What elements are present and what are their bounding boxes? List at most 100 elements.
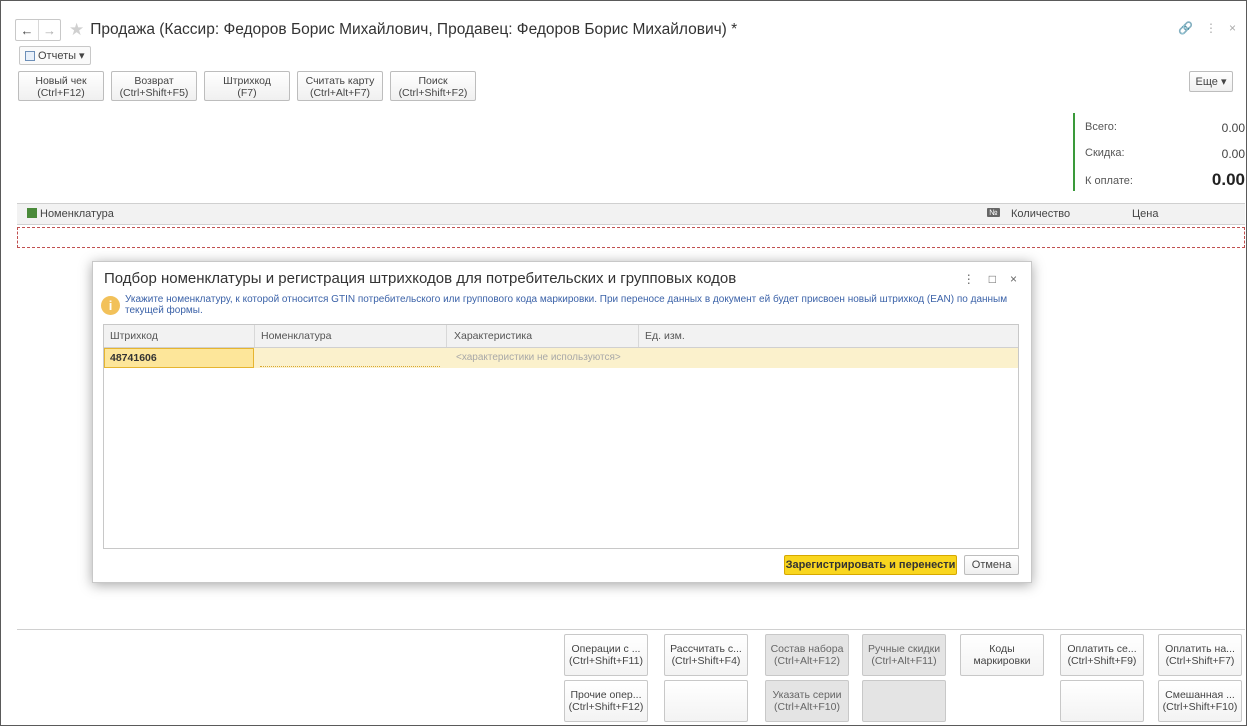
nomenclature-icon bbox=[27, 208, 37, 218]
manual-discounts-button[interactable]: Ручные скидки (Ctrl+Alt+F11) bbox=[862, 634, 946, 676]
marking-codes-button[interactable]: Коды маркировки bbox=[960, 634, 1044, 676]
dialog-controls: ⋮ □ × bbox=[963, 272, 1017, 286]
new-receipt-button[interactable]: Новый чек (Ctrl+F12) bbox=[18, 71, 104, 101]
other-operations-button[interactable]: Прочие опер... (Ctrl+Shift+F12) bbox=[564, 680, 648, 722]
back-button[interactable]: ← bbox=[16, 20, 38, 40]
barcode-table: Штрихкод Номенклатура Характеристика Ед.… bbox=[103, 324, 1019, 549]
empty-button[interactable] bbox=[1060, 680, 1144, 722]
column-divider bbox=[638, 325, 639, 347]
column-divider bbox=[254, 325, 255, 347]
totals-panel: Всего: 0.00 Скидка: 0.00 К оплате: 0.00 bbox=[1073, 113, 1247, 191]
button-label: Состав набора bbox=[770, 643, 844, 655]
more-button[interactable]: Еще ▾ bbox=[1189, 71, 1233, 92]
total-label: Всего: bbox=[1085, 121, 1117, 133]
goods-table-header: Номенклатура № Количество Цена bbox=[17, 203, 1245, 225]
button-label: Смешанная ... bbox=[1165, 689, 1235, 701]
close-icon[interactable]: × bbox=[1010, 272, 1017, 286]
button-shortcut: (Ctrl+Alt+F11) bbox=[871, 655, 937, 667]
empty-button[interactable] bbox=[664, 680, 748, 722]
window-controls: 🔗 ⋮ × bbox=[1178, 21, 1236, 35]
button-shortcut: маркировки bbox=[973, 655, 1031, 667]
empty-button[interactable] bbox=[862, 680, 946, 722]
link-icon[interactable]: 🔗 bbox=[1178, 21, 1193, 35]
nav-buttons: ← → bbox=[15, 19, 61, 41]
column-quantity[interactable]: Количество bbox=[1011, 208, 1070, 220]
goods-table-row[interactable] bbox=[17, 227, 1245, 248]
to-pay-label: К оплате: bbox=[1085, 175, 1133, 187]
table-header: Штрихкод Номенклатура Характеристика Ед.… bbox=[104, 325, 1018, 348]
calculate-button[interactable]: Рассчитать с... (Ctrl+Shift+F4) bbox=[664, 634, 748, 676]
search-button[interactable]: Поиск (Ctrl+Shift+F2) bbox=[390, 71, 476, 101]
button-label: Новый чек bbox=[35, 75, 87, 87]
command-bar: Новый чек (Ctrl+F12) Возврат (Ctrl+Shift… bbox=[18, 71, 476, 101]
window-title: Продажа (Кассир: Федоров Борис Михайлови… bbox=[90, 21, 738, 38]
forward-button[interactable]: → bbox=[38, 20, 60, 40]
favorite-star-icon[interactable]: ★ bbox=[69, 20, 84, 40]
read-card-button[interactable]: Считать карту (Ctrl+Alt+F7) bbox=[297, 71, 383, 101]
column-nomenclature[interactable]: Номенклатура bbox=[27, 208, 114, 220]
button-label: Возврат bbox=[134, 75, 174, 87]
characteristic-cell[interactable]: <характеристики не используются> bbox=[456, 352, 621, 363]
column-characteristic[interactable]: Характеристика bbox=[454, 330, 532, 342]
column-nomenclature-label: Номенклатура bbox=[40, 208, 114, 220]
more-label: Еще bbox=[1195, 75, 1218, 88]
more-menu-icon[interactable]: ⋮ bbox=[963, 272, 975, 286]
maximize-icon[interactable]: □ bbox=[989, 272, 996, 286]
table-row[interactable]: 48741606 <характеристики не используются… bbox=[104, 348, 1018, 368]
barcode-cell[interactable]: 48741606 bbox=[104, 348, 254, 368]
to-pay-row: К оплате: 0.00 bbox=[1085, 170, 1245, 190]
column-price[interactable]: Цена bbox=[1132, 208, 1158, 220]
total-row: Всего: 0.00 bbox=[1085, 121, 1245, 135]
more-menu-icon[interactable]: ⋮ bbox=[1205, 21, 1217, 35]
discount-label: Скидка: bbox=[1085, 147, 1125, 159]
button-shortcut: (Ctrl+Alt+F12) bbox=[774, 655, 840, 667]
button-shortcut: (Ctrl+Alt+F10) bbox=[774, 701, 840, 713]
button-label: Оплатить на... bbox=[1165, 643, 1235, 655]
button-label: Указать серии bbox=[772, 689, 842, 701]
report-icon bbox=[25, 50, 35, 61]
mixed-payment-button[interactable]: Смешанная ... (Ctrl+Shift+F10) bbox=[1158, 680, 1242, 722]
number-badge-icon: № bbox=[987, 208, 1000, 217]
button-shortcut: (Ctrl+Shift+F5) bbox=[119, 87, 189, 99]
pay-card-button[interactable]: Оплатить на... (Ctrl+Shift+F7) bbox=[1158, 634, 1242, 676]
button-shortcut: (Ctrl+Shift+F9) bbox=[1067, 655, 1137, 667]
chevron-down-icon: ▾ bbox=[79, 50, 85, 62]
button-label: Оплатить се... bbox=[1067, 643, 1137, 655]
button-label: Прочие опер... bbox=[570, 689, 642, 701]
specify-series-button[interactable]: Указать серии (Ctrl+Alt+F10) bbox=[765, 680, 849, 722]
button-shortcut: (Ctrl+Shift+F11) bbox=[569, 655, 643, 667]
register-and-transfer-button[interactable]: Зарегистрировать и перенести bbox=[784, 555, 957, 575]
barcode-registration-dialog: Подбор номенклатуры и регистрация штрихк… bbox=[92, 261, 1032, 583]
barcode-button[interactable]: Штрихкод (F7) bbox=[204, 71, 290, 101]
pay-cash-button[interactable]: Оплатить се... (Ctrl+Shift+F9) bbox=[1060, 634, 1144, 676]
column-nomenclature[interactable]: Номенклатура bbox=[261, 330, 331, 342]
total-value: 0.00 bbox=[1221, 121, 1245, 135]
main-window: ← → ★ Продажа (Кассир: Федоров Борис Мих… bbox=[0, 0, 1247, 726]
nomenclature-cell[interactable] bbox=[260, 348, 440, 367]
column-divider bbox=[446, 325, 447, 347]
button-label: Рассчитать с... bbox=[670, 643, 742, 655]
button-shortcut: (Ctrl+Shift+F10) bbox=[1162, 701, 1238, 713]
button-label: Операции с ... bbox=[571, 643, 641, 655]
close-icon[interactable]: × bbox=[1229, 21, 1236, 35]
kit-composition-button[interactable]: Состав набора (Ctrl+Alt+F12) bbox=[765, 634, 849, 676]
to-pay-value: 0.00 bbox=[1211, 170, 1245, 189]
dialog-title: Подбор номенклатуры и регистрация штрихк… bbox=[104, 270, 737, 287]
discount-value: 0.00 bbox=[1221, 147, 1245, 161]
title-bar: ← → ★ Продажа (Кассир: Федоров Борис Мих… bbox=[15, 15, 737, 45]
column-barcode[interactable]: Штрихкод bbox=[110, 330, 158, 342]
button-label: Штрихкод bbox=[223, 75, 271, 87]
chevron-down-icon: ▾ bbox=[1220, 76, 1227, 88]
reports-button[interactable]: Отчеты ▾ bbox=[19, 46, 91, 65]
discount-row: Скидка: 0.00 bbox=[1085, 147, 1245, 161]
button-shortcut: (Ctrl+Shift+F7) bbox=[1165, 655, 1235, 667]
button-shortcut: (Ctrl+Shift+F2) bbox=[398, 87, 468, 99]
cancel-button[interactable]: Отмена bbox=[964, 555, 1019, 575]
info-icon: i bbox=[101, 296, 120, 315]
button-label: Считать карту bbox=[305, 75, 375, 87]
button-shortcut: (Ctrl+Shift+F4) bbox=[671, 655, 741, 667]
operations-button[interactable]: Операции с ... (Ctrl+Shift+F11) bbox=[564, 634, 648, 676]
button-shortcut: (Ctrl+Shift+F12) bbox=[568, 701, 644, 713]
column-unit[interactable]: Ед. изм. bbox=[645, 330, 685, 342]
return-button[interactable]: Возврат (Ctrl+Shift+F5) bbox=[111, 71, 197, 101]
